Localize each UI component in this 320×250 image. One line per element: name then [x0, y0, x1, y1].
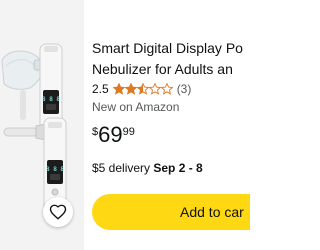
star-icon: [148, 83, 161, 95]
rating-value: 2.5: [92, 82, 109, 96]
rating-row[interactable]: 2.5 (3): [92, 82, 191, 96]
price: $ 69 99: [92, 122, 135, 148]
product-title-line-1: Smart Digital Display Po: [92, 40, 243, 56]
product-title[interactable]: Smart Digital Display Po Nebulizer for A…: [92, 38, 250, 80]
product-title-line-2: Nebulizer for Adults an: [92, 61, 233, 77]
device-display-2: 8 8 8: [46, 166, 64, 173]
price-fraction: 99: [122, 126, 135, 138]
new-on-amazon-label: New on Amazon: [92, 100, 180, 114]
product-image[interactable]: 8 8 8 8 8 8: [0, 0, 84, 250]
review-count[interactable]: (3): [177, 82, 192, 96]
heart-icon: [49, 204, 67, 220]
add-to-cart-button[interactable]: Add to car: [92, 194, 250, 230]
star-icon: [112, 83, 125, 95]
star-rating: [112, 83, 173, 95]
star-icon: [124, 83, 137, 95]
star-icon: [160, 83, 173, 95]
product-details: Smart Digital Display Po Nebulizer for A…: [92, 0, 250, 250]
device-display-1: 8 8 8: [42, 96, 60, 103]
price-whole: 69: [98, 122, 123, 147]
product-card: 8 8 8 8 8 8 Smart Digital Display Po Neb…: [0, 0, 250, 250]
delivery-info: $5 delivery Sep 2 - 8: [92, 161, 203, 175]
delivery-prefix: $5 delivery: [92, 161, 154, 175]
delivery-dates: Sep 2 - 8: [153, 161, 203, 175]
star-icon: [136, 83, 149, 95]
wishlist-button[interactable]: [43, 197, 73, 227]
